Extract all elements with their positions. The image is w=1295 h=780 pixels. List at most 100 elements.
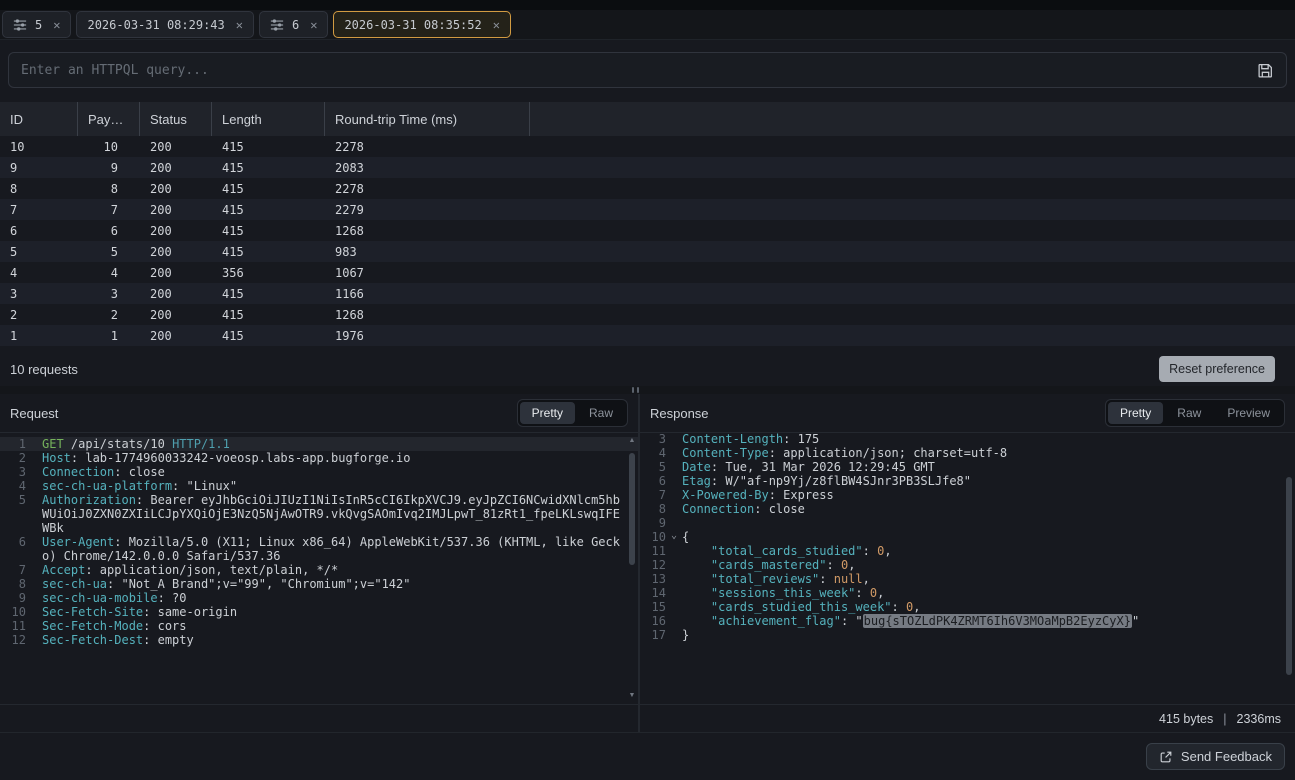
column-header[interactable]: Length <box>212 102 325 136</box>
code-line: 2Host: lab-1774960033242-voeosp.labs-app… <box>0 451 638 465</box>
fold-gutter <box>666 432 682 446</box>
token: , <box>913 600 920 614</box>
response-size: 415 bytes <box>1159 712 1213 726</box>
table-row[interactable]: 882004152278 <box>0 178 1295 199</box>
token: : "Not_A Brand";v="99", "Chromium";v="14… <box>107 577 410 591</box>
scrollbar-thumb[interactable] <box>1286 477 1292 675</box>
token: { <box>682 530 689 544</box>
table-row[interactable]: 10102004152278 <box>0 136 1295 157</box>
status-bar: 10 requests Reset preference <box>0 352 1295 386</box>
line-number: 3 <box>0 465 26 479</box>
tab-active[interactable]: 2026-03-31 08:35:52✕ <box>333 11 511 38</box>
panel-splitter[interactable] <box>0 386 1295 394</box>
close-icon[interactable]: ✕ <box>493 18 500 32</box>
line-number: 6 <box>0 535 26 563</box>
view-tab-preview[interactable]: Preview <box>1215 402 1282 424</box>
column-header[interactable]: ID <box>0 102 78 136</box>
line-number: 2 <box>0 451 26 465</box>
tab[interactable]: 5✕ <box>2 11 71 38</box>
close-icon[interactable]: ✕ <box>236 18 243 32</box>
table-cell: 983 <box>325 245 530 259</box>
table-row[interactable]: 442003561067 <box>0 262 1295 283</box>
token: : same-origin <box>143 605 237 619</box>
table-row[interactable]: 222004151268 <box>0 304 1295 325</box>
line-number: 12 <box>640 558 666 572</box>
line-number: 3 <box>640 432 666 446</box>
table-cell: 200 <box>140 203 212 217</box>
response-scrollbar[interactable] <box>1284 437 1294 700</box>
token: : empty <box>143 633 194 647</box>
tab[interactable]: 2026-03-31 08:29:43✕ <box>76 11 254 38</box>
view-tab-raw[interactable]: Raw <box>577 402 625 424</box>
column-header[interactable]: Round-trip Time (ms) <box>325 102 530 136</box>
tab-label: 6 <box>292 18 299 32</box>
code-text: sec-ch-ua-mobile: ?0 <box>42 591 638 605</box>
fold-gutter <box>666 586 682 600</box>
code-line: 15 "cards_studied_this_week": 0, <box>640 600 1295 614</box>
token: Sec-Fetch-Dest <box>42 633 143 647</box>
column-header[interactable]: Status <box>140 102 212 136</box>
scroll-down-icon[interactable]: ▼ <box>629 692 636 700</box>
code-line: 3Connection: close <box>0 465 638 479</box>
table-cell: 7 <box>78 203 140 217</box>
table-cell: 200 <box>140 329 212 343</box>
code-text: Content-Type: application/json; charset=… <box>682 446 1295 460</box>
table-row[interactable]: 992004152083 <box>0 157 1295 178</box>
table-row[interactable]: 55200415983 <box>0 241 1295 262</box>
fold-gutter <box>26 479 42 493</box>
token: : <box>855 586 869 600</box>
fold-gutter <box>666 502 682 516</box>
close-icon[interactable]: ✕ <box>53 18 60 32</box>
request-view-toggle: PrettyRaw <box>517 399 628 427</box>
scrollbar-thumb[interactable] <box>629 453 635 565</box>
token: "cards_studied_this_week" <box>711 600 892 614</box>
fold-gutter <box>666 474 682 488</box>
drag-handle-icon[interactable] <box>632 387 639 393</box>
response-code: 3Content-Length: 1754Content-Type: appli… <box>640 432 1295 642</box>
fold-gutter <box>666 460 682 474</box>
detail-panels: Request PrettyRaw 1GET /api/stats/10 HTT… <box>0 394 1295 732</box>
view-tab-raw[interactable]: Raw <box>1165 402 1213 424</box>
table-cell: 4 <box>78 266 140 280</box>
line-number: 6 <box>640 474 666 488</box>
close-icon[interactable]: ✕ <box>310 18 317 32</box>
request-editor[interactable]: 1GET /api/stats/10 HTTP/1.12Host: lab-17… <box>0 432 638 704</box>
code-text: "cards_studied_this_week": 0, <box>682 600 1295 614</box>
response-editor[interactable]: 3Content-Length: 1754Content-Type: appli… <box>640 432 1295 704</box>
reset-preference-button[interactable]: Reset preference <box>1159 356 1275 382</box>
request-panel: Request PrettyRaw 1GET /api/stats/10 HTT… <box>0 394 640 732</box>
table-row[interactable]: 332004151166 <box>0 283 1295 304</box>
column-header[interactable]: Pay… <box>78 102 140 136</box>
code-line: 10⌄{ <box>640 530 1295 544</box>
token: } <box>682 628 689 642</box>
table-cell: 3 <box>0 287 78 301</box>
line-number: 9 <box>0 591 26 605</box>
code-line: 7Accept: application/json, text/plain, *… <box>0 563 638 577</box>
fold-gutter <box>666 446 682 460</box>
fold-gutter <box>666 600 682 614</box>
token: : close <box>754 502 805 516</box>
fold-gutter <box>26 563 42 577</box>
table-row[interactable]: 772004152279 <box>0 199 1295 220</box>
save-icon[interactable] <box>1257 62 1274 79</box>
scroll-up-icon[interactable]: ▲ <box>629 437 636 445</box>
token <box>682 614 711 628</box>
line-number: 7 <box>640 488 666 502</box>
httpql-query-input[interactable] <box>21 63 1257 78</box>
code-line: 13 "total_reviews": null, <box>640 572 1295 586</box>
chevron-down-icon[interactable]: ⌄ <box>666 530 682 544</box>
table-cell: 9 <box>0 161 78 175</box>
code-text: "total_reviews": null, <box>682 572 1295 586</box>
token: : Tue, 31 Mar 2026 12:29:45 GMT <box>711 460 935 474</box>
table-cell: 415 <box>212 287 325 301</box>
tab[interactable]: 6✕ <box>259 11 328 38</box>
view-tab-pretty[interactable]: Pretty <box>520 402 575 424</box>
view-tab-pretty[interactable]: Pretty <box>1108 402 1163 424</box>
code-text: Accept: application/json, text/plain, */… <box>42 563 638 577</box>
table-row[interactable]: 112004151976 <box>0 325 1295 346</box>
fold-gutter <box>26 493 42 535</box>
token: Sec-Fetch-Site <box>42 605 143 619</box>
request-scrollbar[interactable]: ▲ ▼ <box>627 437 637 700</box>
table-row[interactable]: 662004151268 <box>0 220 1295 241</box>
query-bar <box>8 52 1287 88</box>
